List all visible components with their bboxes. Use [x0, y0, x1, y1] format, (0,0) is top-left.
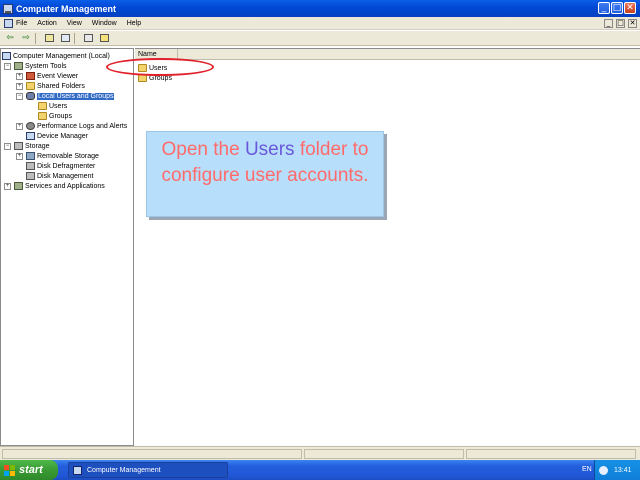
tree-item-groups[interactable]: Groups — [38, 111, 72, 121]
windows-logo-icon — [4, 464, 15, 476]
removable-storage-icon — [26, 152, 35, 160]
up-folder-icon[interactable] — [43, 32, 55, 44]
start-label: start — [19, 464, 43, 476]
column-header: Name — [135, 49, 640, 60]
forward-icon[interactable]: ⇨ — [20, 32, 32, 44]
export-list-icon[interactable] — [82, 32, 94, 44]
tree-item-root[interactable]: Computer Management (Local) — [2, 51, 110, 61]
tree-item-label: Performance Logs and Alerts — [37, 122, 128, 130]
menu-view[interactable]: View — [67, 20, 82, 27]
window-title: Computer Management — [16, 3, 117, 14]
tree-item-shared-folders[interactable]: + Shared Folders — [16, 81, 85, 91]
tree-item-label: Disk Management — [37, 172, 94, 180]
tutorial-callout: Open the Users folder to configure user … — [146, 131, 384, 217]
status-bar — [0, 446, 640, 460]
tree-item-perf-logs[interactable]: + Performance Logs and Alerts — [16, 121, 127, 131]
tree-item-label: Computer Management (Local) — [13, 52, 110, 60]
tree-item-users[interactable]: Users — [38, 101, 67, 111]
taskbar-item-computer-management[interactable]: Computer Management — [68, 462, 228, 478]
mmc-document-icon[interactable] — [4, 18, 13, 28]
clock[interactable]: 13:41 — [614, 467, 632, 474]
system-tools-icon — [14, 62, 23, 70]
computer-management-icon[interactable] — [3, 3, 13, 14]
tree-item-label: Groups — [49, 112, 72, 120]
tray-icon[interactable] — [599, 465, 608, 475]
child-minimize-button[interactable]: _ — [604, 19, 613, 28]
menu-file[interactable]: File — [16, 20, 27, 27]
expand-icon[interactable]: + — [16, 72, 23, 80]
menu-bar: File Action View Window Help — [0, 17, 640, 30]
tree-item-label: Event Viewer — [37, 72, 79, 80]
expand-icon[interactable]: + — [16, 152, 23, 160]
show-hide-tree-icon[interactable] — [59, 32, 71, 44]
tree-item-label: Shared Folders — [37, 82, 85, 90]
tree-item-local-users-groups[interactable]: − Local Users and Groups — [16, 91, 115, 101]
highlight-ellipse — [106, 58, 214, 76]
close-button[interactable]: ✕ — [624, 2, 636, 14]
tree-item-label: Services and Applications — [25, 182, 105, 190]
computer-management-icon — [73, 465, 82, 475]
tree-item-label: Disk Defragmenter — [37, 162, 96, 170]
maximize-button[interactable]: □ — [611, 2, 623, 14]
taskbar-item-label: Computer Management — [87, 466, 161, 474]
tree-item-label: Device Manager — [37, 132, 88, 140]
local-users-icon — [26, 92, 35, 100]
menu-action[interactable]: Action — [37, 20, 56, 27]
taskbar: start Computer Management EN 13:41 — [0, 460, 640, 480]
language-indicator[interactable]: EN — [582, 466, 592, 473]
title-bar: Computer Management _ □ ✕ — [0, 0, 640, 17]
minimize-button[interactable]: _ — [598, 2, 610, 14]
tree-item-label: Removable Storage — [37, 152, 99, 160]
event-viewer-icon — [26, 72, 35, 80]
tree-item-label: Storage — [25, 142, 50, 150]
help-icon[interactable] — [98, 32, 110, 44]
callout-accent-text: Users — [244, 139, 295, 160]
console-tree[interactable]: Computer Management (Local) − System Too… — [0, 48, 134, 446]
collapse-icon[interactable]: − — [4, 142, 11, 150]
tree-item-system-tools[interactable]: − System Tools — [4, 61, 67, 71]
toolbar-divider — [35, 32, 36, 44]
tree-item-device-manager[interactable]: Device Manager — [26, 131, 88, 141]
performance-icon — [26, 122, 35, 130]
menu-window[interactable]: Window — [92, 20, 117, 27]
child-restore-button[interactable]: □ — [616, 19, 625, 28]
system-tray: 13:41 — [594, 460, 640, 480]
tree-item-storage[interactable]: − Storage — [4, 141, 50, 151]
start-button[interactable]: start — [0, 460, 58, 480]
toolbar: ⇦ ⇨ — [0, 31, 640, 46]
storage-icon — [14, 142, 23, 150]
tree-item-disk-defragmenter[interactable]: Disk Defragmenter — [26, 161, 95, 171]
defragmenter-icon — [26, 162, 35, 170]
menu-help[interactable]: Help — [127, 20, 141, 27]
expand-icon[interactable]: + — [16, 82, 23, 90]
status-cell — [2, 449, 302, 459]
tree-item-label: System Tools — [25, 62, 67, 70]
status-cell — [466, 449, 636, 459]
toolbar-divider — [74, 32, 75, 44]
folder-icon — [38, 102, 47, 110]
collapse-icon[interactable]: − — [4, 62, 11, 70]
tree-item-label: Users — [49, 102, 68, 110]
services-icon — [14, 182, 23, 190]
status-cell — [304, 449, 464, 459]
shared-folders-icon — [26, 82, 35, 90]
tree-item-disk-management[interactable]: Disk Management — [26, 171, 93, 181]
tree-item-services-apps[interactable]: + Services and Applications — [4, 181, 105, 191]
tree-item-removable-storage[interactable]: + Removable Storage — [16, 151, 99, 161]
expand-icon[interactable]: + — [4, 182, 11, 190]
child-close-button[interactable]: ✕ — [628, 19, 637, 28]
folder-icon — [38, 112, 47, 120]
tree-item-event-viewer[interactable]: + Event Viewer — [16, 71, 78, 81]
details-pane[interactable]: Name Users Groups — [135, 48, 640, 446]
callout-text: Open the — [161, 139, 245, 160]
collapse-icon[interactable]: − — [16, 92, 23, 100]
device-manager-icon — [26, 132, 35, 140]
tree-item-label: Local Users and Groups — [37, 92, 115, 100]
disk-management-icon — [26, 172, 35, 180]
back-icon[interactable]: ⇦ — [4, 32, 16, 44]
computer-icon — [2, 52, 11, 60]
expand-icon[interactable]: + — [16, 122, 23, 130]
